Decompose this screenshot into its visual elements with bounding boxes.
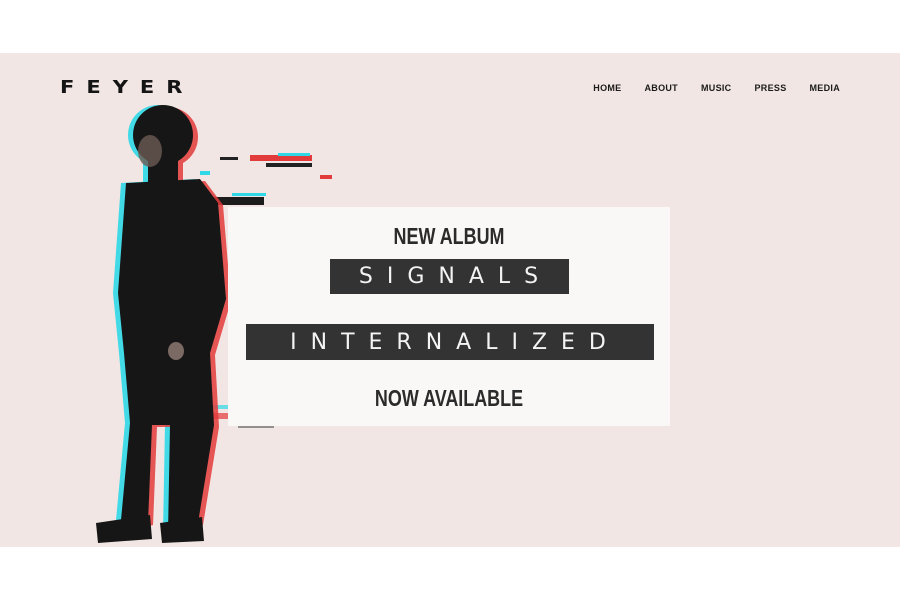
nav-about[interactable]: ABOUT: [644, 83, 678, 93]
nav-music[interactable]: MUSIC: [701, 83, 732, 93]
album-announcement-panel: NEW ALBUM SIGNALS INTERNALIZED NOW AVAIL…: [228, 207, 670, 426]
album-title-internalized: INTERNALIZED: [246, 324, 654, 360]
nav-press[interactable]: PRESS: [754, 83, 786, 93]
nav-home[interactable]: HOME: [593, 83, 621, 93]
new-album-heading: NEW ALBUM: [393, 223, 505, 249]
album-title-signals: SIGNALS: [330, 259, 569, 294]
nav-media[interactable]: MEDIA: [810, 83, 841, 93]
now-available-heading[interactable]: NOW AVAILABLE: [277, 385, 622, 412]
hero-page: FEYER HOME ABOUT MUSIC PRESS MEDIA NEW A…: [0, 53, 900, 547]
main-nav: HOME ABOUT MUSIC PRESS MEDIA: [593, 83, 840, 93]
